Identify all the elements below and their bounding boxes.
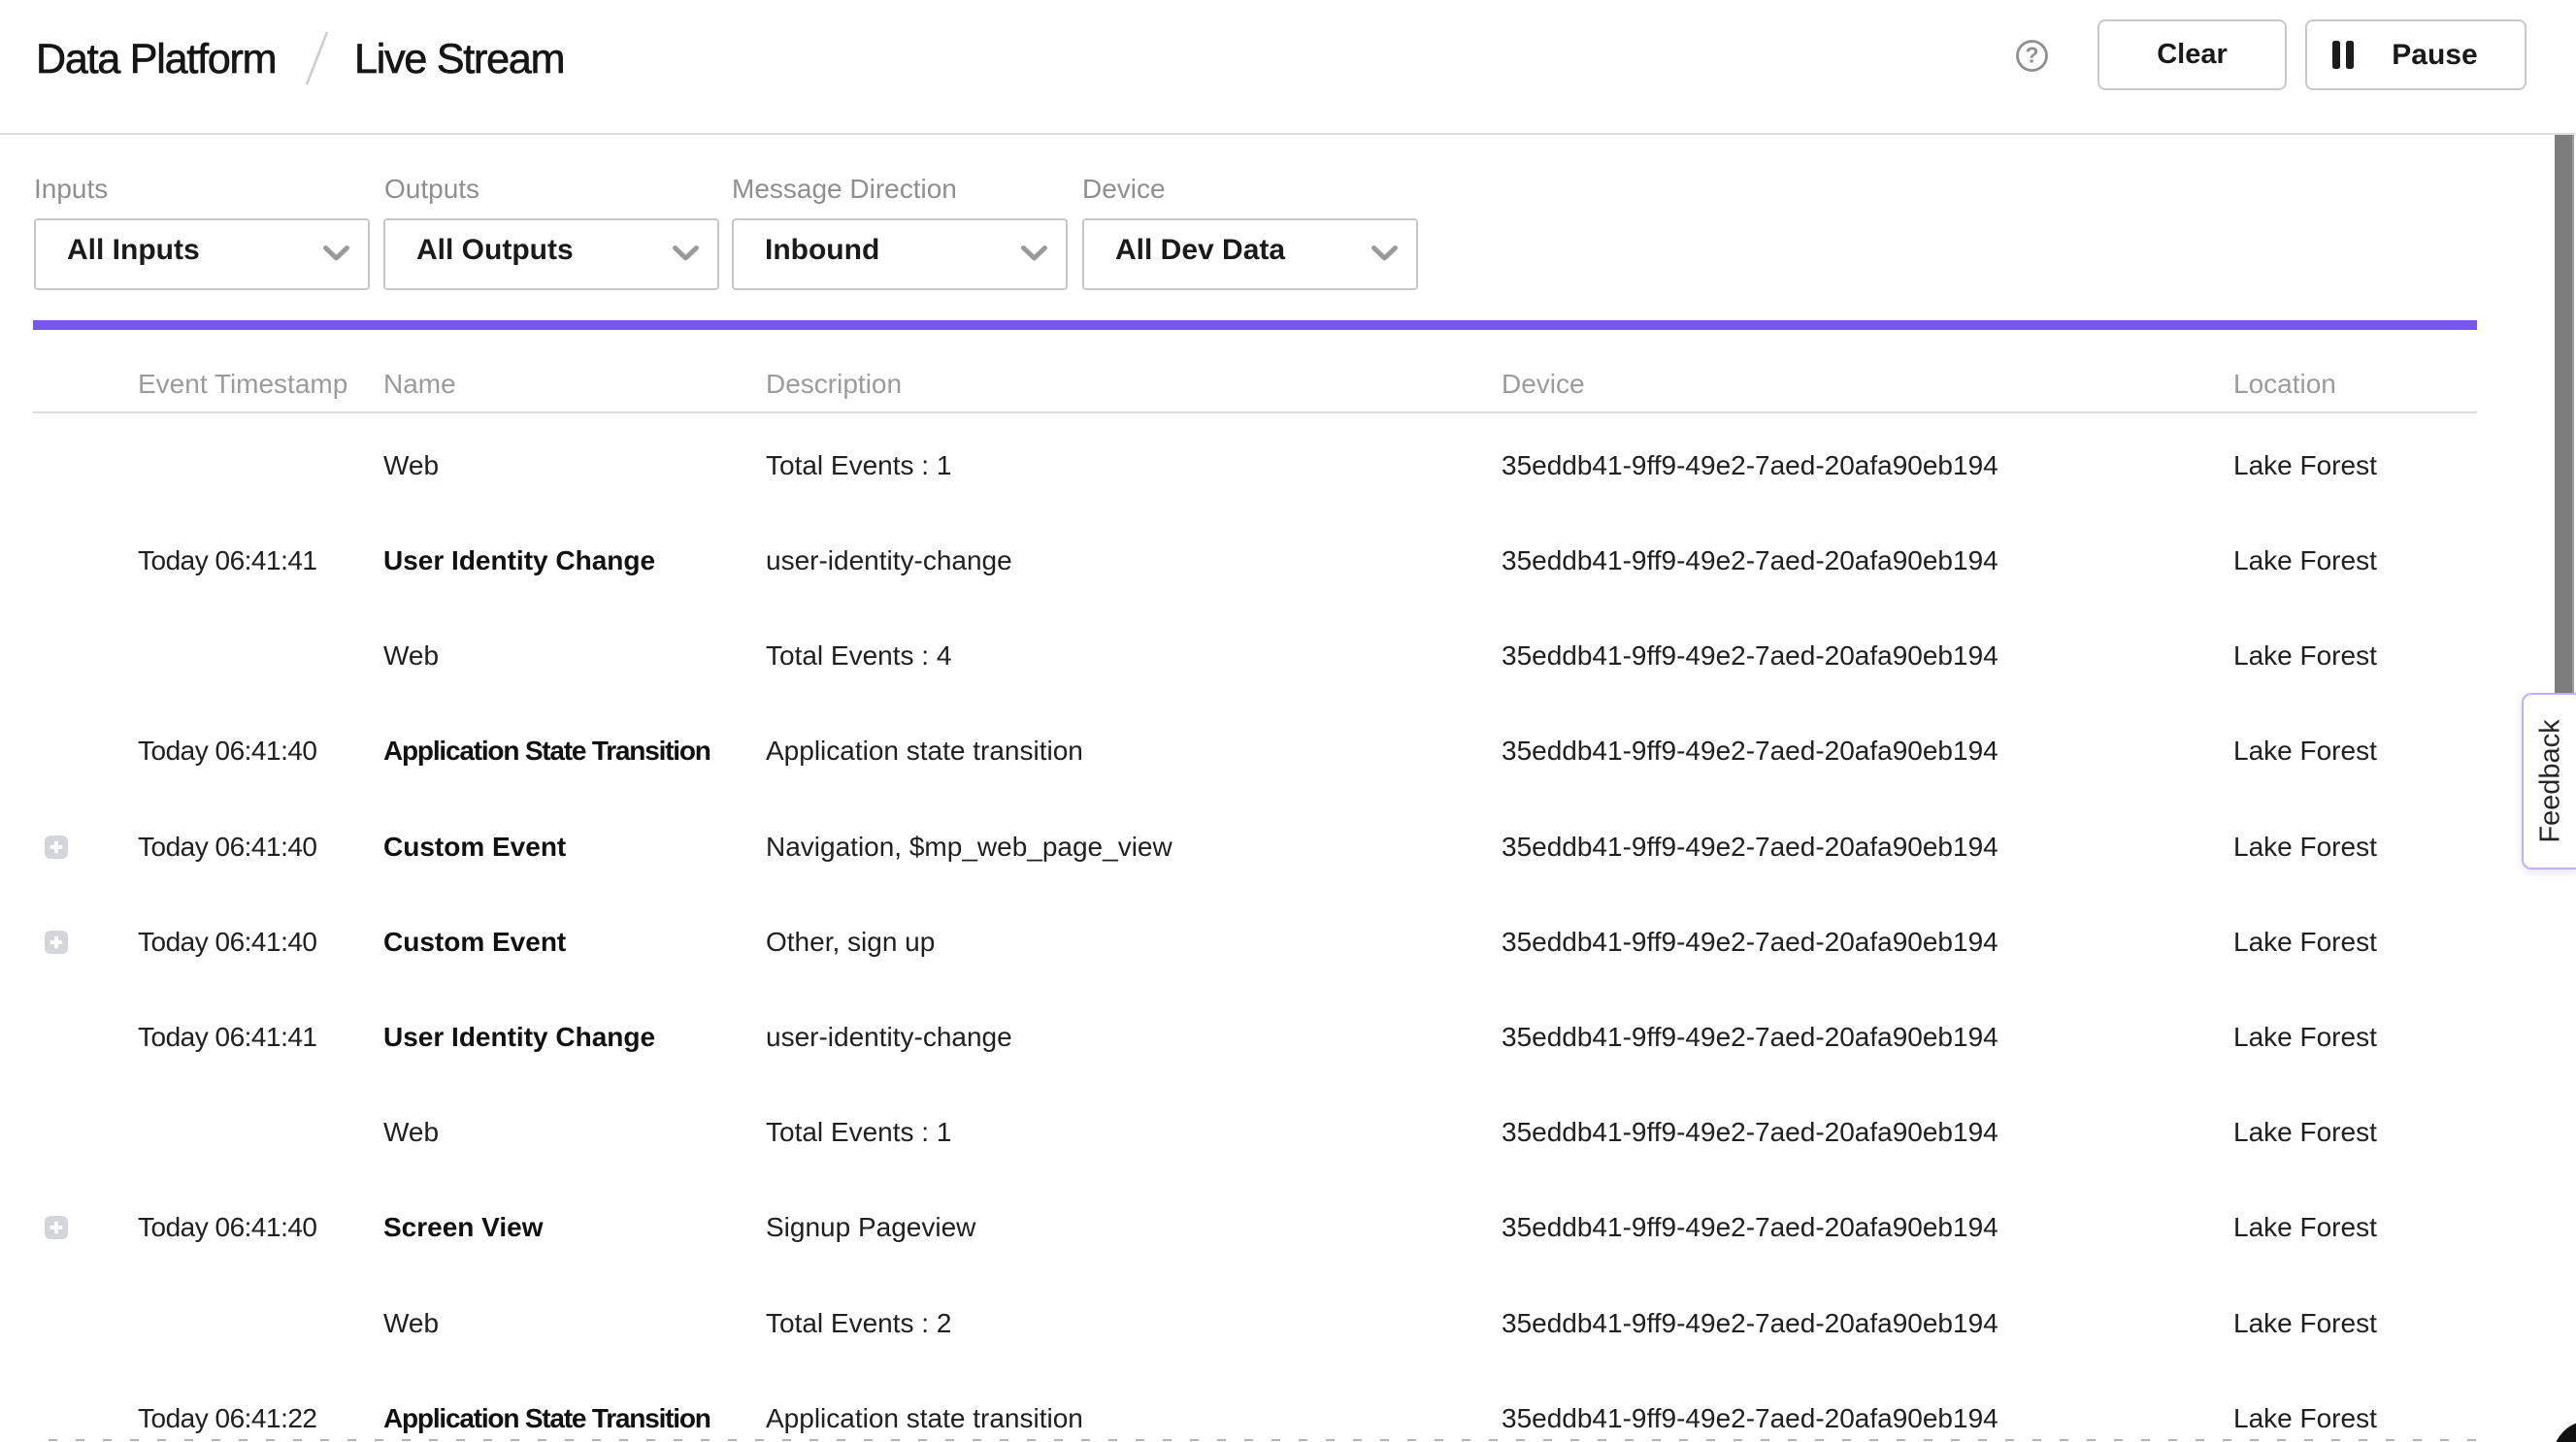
svg-text:?: ? (2025, 43, 2038, 68)
